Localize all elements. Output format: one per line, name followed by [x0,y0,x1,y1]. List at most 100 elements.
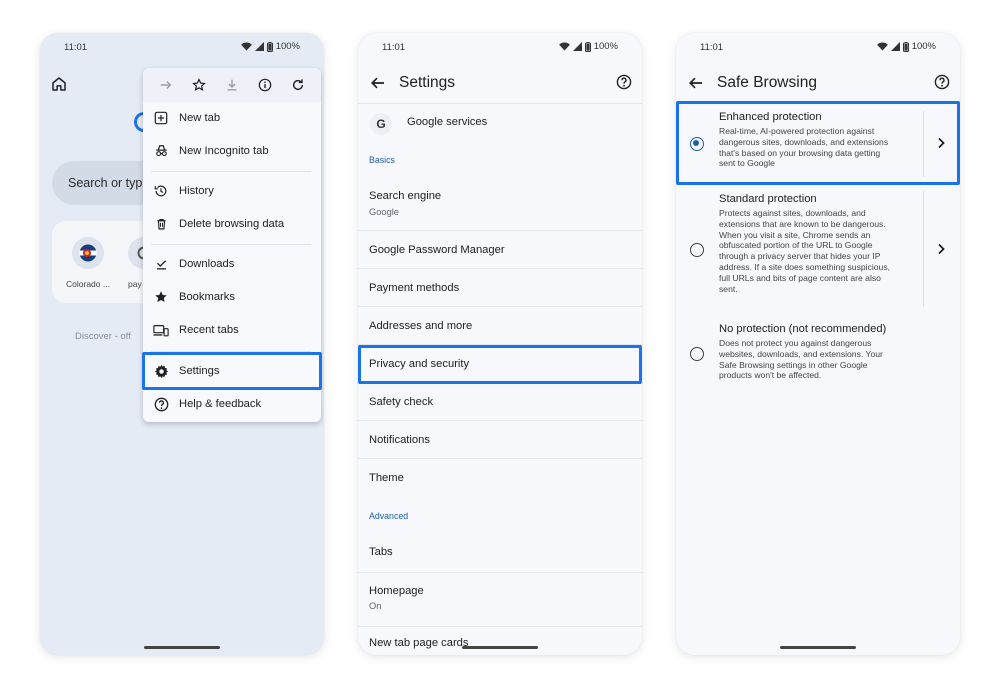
settings-search-engine[interactable]: Search engine Google [358,177,642,231]
section-advanced: Advanced [369,511,409,521]
settings-payment-methods[interactable]: Payment methods [358,269,642,307]
battery-icon [266,41,273,52]
colorado-flag-icon [79,244,97,262]
phone-chrome-menu: 11:01 100% Search or typ Colorado ... pa… [40,33,324,655]
settings-new-tab-cards[interactable]: New tab page cards [358,627,642,655]
option-desc-line: through a privacy server that hides your… [719,251,881,262]
back-arrow-icon[interactable] [370,75,386,91]
menu-item-bookmarks[interactable]: Bookmarks [143,281,321,313]
tile-label: Colorado ... [66,279,110,289]
refresh-icon[interactable] [288,75,308,95]
plus-box-icon [154,111,168,125]
radio-no-protection[interactable] [690,347,704,361]
menu-divider [151,244,311,245]
history-icon [154,185,167,197]
info-icon[interactable] [255,75,275,95]
battery-percent: 100% [593,41,618,52]
option-title: No protection (not recommended) [719,323,887,335]
option-desc-line: dangerous sites, downloads, and extensio… [719,136,889,147]
settings-google-services[interactable]: G Google services [358,105,642,141]
radio-standard[interactable] [690,243,704,257]
tile-colorado[interactable]: Colorado ... [58,237,118,289]
option-title: Standard protection [719,193,817,205]
menu-item-label: New tab [179,112,221,124]
menu-item-label: History [179,185,214,197]
settings-theme[interactable]: Theme [358,459,642,497]
menu-item-new-incognito-tab[interactable]: New Incognito tab [143,135,321,167]
settings-password-manager[interactable]: Google Password Manager [358,231,642,269]
gesture-bar [780,646,856,649]
wifi-icon [240,42,252,51]
trash-icon [156,218,166,230]
status-time: 11:01 [382,42,406,53]
chevron-right-icon[interactable] [936,137,946,149]
settings-addresses[interactable]: Addresses and more [358,307,642,345]
status-bar: 11:01 100% [40,33,324,59]
menu-item-new-tab[interactable]: New tab [143,102,321,134]
overflow-menu: New tab New Incognito tab History Delete… [143,68,321,422]
page-title: Settings [399,74,456,91]
menu-item-label: Bookmarks [179,291,235,303]
settings-homepage[interactable]: Homepage On [358,573,642,627]
menu-divider [151,351,311,352]
row-title: Tabs [369,546,393,558]
safe-browsing-header: Safe Browsing [676,69,960,101]
discover-status: Discover - off [75,331,131,342]
row-title: New tab page cards [369,637,469,649]
download-icon[interactable] [222,75,242,95]
menu-item-label: Help & feedback [179,398,262,410]
menu-item-delete-browsing-data[interactable]: Delete browsing data [143,208,321,240]
signal-icon [890,42,900,51]
devices-icon [153,324,169,336]
settings-notifications[interactable]: Notifications [358,421,642,459]
option-enhanced-protection[interactable]: Enhanced protection Real-time, AI-powere… [676,103,960,185]
option-desc-line: sent. [719,283,738,294]
menu-item-downloads[interactable]: Downloads [143,248,321,280]
chevron-right-icon[interactable] [936,243,946,255]
row-title: Theme [369,472,404,484]
settings-privacy-security[interactable]: Privacy and security [358,345,642,383]
menu-item-recent-tabs[interactable]: Recent tabs [143,314,321,346]
download-done-icon [156,260,166,270]
header-divider [358,103,642,104]
menu-item-settings[interactable]: Settings [143,355,321,387]
star-icon[interactable] [189,75,209,95]
google-g-icon: G [370,113,392,135]
back-arrow-icon[interactable] [688,75,704,91]
battery-percent: 100% [911,41,936,52]
settings-tabs[interactable]: Tabs [358,533,642,573]
forward-icon[interactable] [156,75,176,95]
row-subtitle: On [369,601,382,611]
status-time: 11:01 [64,42,88,53]
section-basics: Basics [369,155,395,165]
gesture-bar [462,646,538,649]
help-icon [154,397,168,411]
option-desc-line: address. If a site does something suspic… [719,261,891,272]
option-desc-line: Safe Browsing settings in other Google [719,359,868,370]
home-icon[interactable] [50,75,68,93]
row-title: Google Password Manager [369,244,505,256]
option-desc-line: products won't be affected. [719,370,822,381]
help-icon[interactable] [616,74,632,90]
help-icon[interactable] [934,74,950,90]
radio-enhanced[interactable] [690,137,704,151]
menu-item-history[interactable]: History [143,175,321,207]
menu-item-label: Settings [179,365,220,377]
settings-safety-check[interactable]: Safety check [358,383,642,421]
status-bar: 11:01 100% [358,33,642,59]
option-divider [923,111,924,177]
menu-item-help-feedback[interactable]: Help & feedback [143,388,321,420]
bookmark-star-icon [155,291,167,302]
row-title: Homepage [369,585,424,597]
option-standard-protection[interactable]: Standard protection Protects against sit… [676,187,960,309]
option-desc-line: that's based on your browsing data getti… [719,147,881,158]
option-divider [923,191,924,307]
option-desc-line: full URLs and bits of page content are a… [719,272,881,283]
menu-toolbar [143,68,321,102]
row-title: Notifications [369,434,430,446]
option-desc-line: obfuscated portion of the URL to Google [719,240,873,251]
option-no-protection[interactable]: No protection (not recommended) Does not… [676,319,960,389]
signal-icon [254,42,264,51]
status-time: 11:01 [700,42,724,53]
search-placeholder: Search or typ [68,176,143,190]
